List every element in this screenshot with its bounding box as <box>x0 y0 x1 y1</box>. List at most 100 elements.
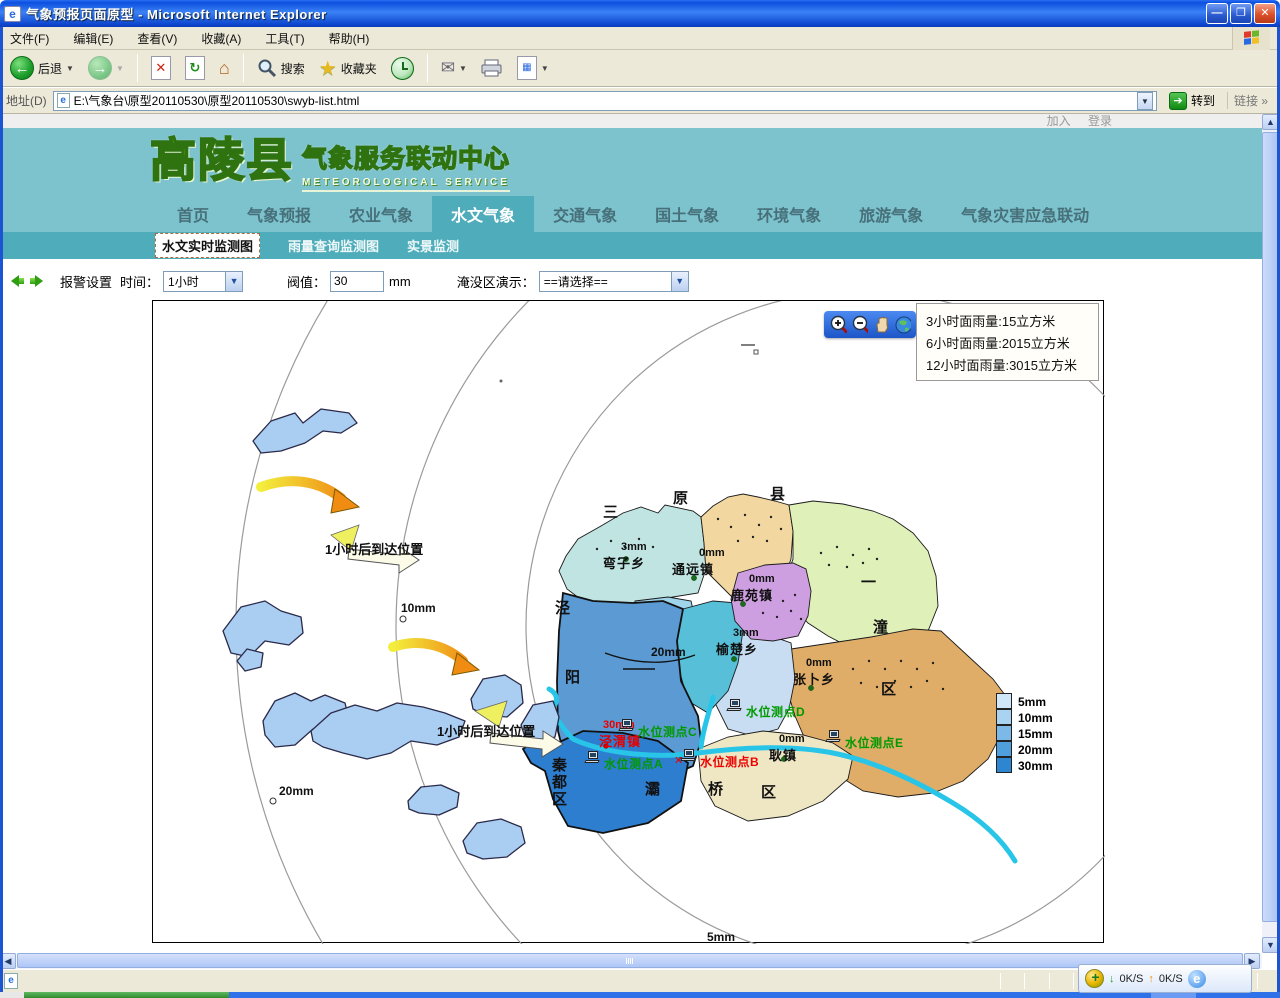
links-label[interactable]: 链接 » <box>1227 92 1274 109</box>
nav-tab-hydrology[interactable]: 水文气象 <box>432 196 534 232</box>
mail-button[interactable]: ✉▼ <box>437 56 471 80</box>
station-E[interactable]: 水位测点E <box>826 730 904 751</box>
subnav-rain-query[interactable]: 雨量查询监测图 <box>288 236 379 255</box>
nav-tab-tourism[interactable]: 旅游气象 <box>840 196 942 232</box>
legend-swatch <box>996 757 1012 773</box>
address-input[interactable]: e E:\气象台\原型20110530\原型20110530\swyb-list… <box>53 91 1157 111</box>
neighbor-label: 三 <box>603 501 618 522</box>
town-label-wanzixiang: 弯子乡 <box>603 553 645 572</box>
hydrology-map[interactable]: 3小时面雨量:15立方米 6小时面雨量:2015立方米 12小时面雨量:3015… <box>152 300 1104 943</box>
neighbor-label: 潼 <box>873 616 888 637</box>
rainfall-info-box: 3小时面雨量:15立方米 6小时面雨量:2015立方米 12小时面雨量:3015… <box>916 303 1099 381</box>
sub-nav: 水文实时监测图 雨量查询监测图 实景监测 <box>0 232 1262 259</box>
menu-edit[interactable]: 编辑(E) <box>73 30 113 47</box>
neighbor-label: 区 <box>552 788 567 809</box>
station-A[interactable]: 水位测点A <box>585 751 663 772</box>
mail-dropdown-icon[interactable]: ▼ <box>459 64 467 73</box>
station-computer-icon <box>826 730 842 744</box>
menu-favorites[interactable]: 收藏(A) <box>201 30 241 47</box>
logo-subtitle-text: METEOROLOGICAL SERVICE <box>302 177 510 192</box>
home-button[interactable]: ⌂ <box>215 56 234 81</box>
logo-county-text: 高陵县 <box>150 131 294 189</box>
edit-dropdown-icon[interactable]: ▼ <box>541 64 549 73</box>
page-icon: e <box>57 93 70 108</box>
nav-tab-agriculture[interactable]: 农业气象 <box>330 196 432 232</box>
edit-button[interactable]: ▦▼ <box>513 54 553 82</box>
town-value: 3mm <box>621 541 647 553</box>
alarm-settings-label: 报警设置 <box>60 272 112 291</box>
flood-demo-select[interactable]: ==请选择== ▼ <box>539 271 689 292</box>
stop-button[interactable]: ✕ <box>147 54 175 82</box>
time-select-arrow-icon[interactable]: ▼ <box>225 272 242 291</box>
time-select[interactable]: 1小时 ▼ <box>163 271 243 292</box>
legend-swatch <box>996 709 1012 725</box>
station-computer-icon <box>585 751 601 765</box>
zoom-out-icon[interactable] <box>851 315 869 335</box>
maximize-button[interactable]: ❐ <box>1230 3 1252 24</box>
subnav-hydro-realtime[interactable]: 水文实时监测图 <box>155 233 260 258</box>
threshold-label: 阀值： <box>287 272 326 291</box>
map-toolbar <box>824 311 916 338</box>
print-button[interactable] <box>477 56 507 80</box>
horizontal-scrollbar[interactable]: ◀ ▶ <box>0 953 1262 969</box>
time-label: 时间： <box>120 272 159 291</box>
join-link[interactable]: 加入 <box>1047 114 1071 128</box>
menu-file[interactable]: 文件(F) <box>10 30 49 47</box>
address-bar: 地址(D) e E:\气象台\原型20110530\原型20110530\swy… <box>0 88 1280 114</box>
refresh-icon: ↻ <box>185 56 205 80</box>
subnav-live-view[interactable]: 实景监测 <box>407 236 459 255</box>
station-computer-icon: ✕ <box>681 749 697 763</box>
flood-select-arrow-icon[interactable]: ▼ <box>671 272 688 291</box>
favorites-label: 收藏夹 <box>341 60 377 77</box>
back-dropdown-icon[interactable]: ▼ <box>66 64 74 73</box>
globe-icon[interactable] <box>894 315 912 335</box>
rainfall-legend: 5mm 10mm 15mm 20mm 30mm <box>996 693 1053 773</box>
close-button[interactable]: ✕ <box>1254 3 1276 24</box>
start-button-edge <box>24 992 229 998</box>
toolbar-separator <box>243 54 244 82</box>
download-speed: 0K/S <box>1120 973 1144 985</box>
nav-tab-traffic[interactable]: 交通气象 <box>534 196 636 232</box>
town-label-yuchuxiang: 榆楚乡 <box>716 639 758 658</box>
neighbor-label: 桥 <box>708 778 723 799</box>
station-D[interactable]: 水位测点D <box>727 699 805 720</box>
arrival-label-1: 1小时后到达位置 <box>325 539 423 558</box>
go-button[interactable]: ➔ 转到 <box>1163 92 1221 110</box>
login-link[interactable]: 登录 <box>1088 114 1112 128</box>
back-icon: ← <box>10 56 34 80</box>
station-B[interactable]: ✕ 水位测点B <box>681 749 759 770</box>
forward-button[interactable]: → ▼ <box>84 54 128 82</box>
nav-tab-environment[interactable]: 环境气象 <box>738 196 840 232</box>
station-C[interactable]: 水位测点C <box>619 719 697 740</box>
back-button[interactable]: ← 后退 ▼ <box>6 54 78 82</box>
neighbor-label: 原 <box>673 487 688 508</box>
forward-dropdown-icon[interactable]: ▼ <box>116 64 124 73</box>
zoom-in-icon[interactable] <box>829 315 847 335</box>
refresh-button[interactable]: ↻ <box>181 54 209 82</box>
horizontal-scroll-thumb[interactable] <box>17 953 1243 968</box>
next-arrow-icon[interactable] <box>30 275 46 287</box>
net-speed-widget[interactable]: ↓ 0K/S ↑ 0K/S e <box>1078 964 1252 993</box>
windows-logo-icon <box>1232 27 1270 50</box>
menu-view[interactable]: 查看(V) <box>137 30 177 47</box>
threshold-input[interactable] <box>330 271 384 292</box>
nav-tab-weather-forecast[interactable]: 气象预报 <box>228 196 330 232</box>
address-dropdown-icon[interactable]: ▼ <box>1137 92 1153 110</box>
town-value: 0mm <box>806 657 832 669</box>
pan-hand-icon[interactable] <box>872 315 890 335</box>
town-label-tongyuanzhen: 通远镇 <box>672 559 714 578</box>
logo-title-text: 气象服务联动中心 <box>302 139 510 175</box>
menu-help[interactable]: 帮助(H) <box>329 30 370 47</box>
home-icon: ⌂ <box>219 58 230 79</box>
security-suite-icon <box>1085 969 1104 988</box>
favorites-button[interactable]: ★ 收藏夹 <box>315 54 381 83</box>
history-button[interactable] <box>387 55 418 82</box>
search-button[interactable]: 搜索 <box>253 56 309 80</box>
minimize-button[interactable]: — <box>1206 3 1228 24</box>
prev-arrow-icon[interactable] <box>8 275 24 287</box>
nav-tab-home[interactable]: 首页 <box>158 196 228 232</box>
menu-tools[interactable]: 工具(T) <box>265 30 304 47</box>
neighbor-label: 泾 <box>555 597 570 618</box>
nav-tab-land[interactable]: 国土气象 <box>636 196 738 232</box>
nav-tab-disaster-emergency[interactable]: 气象灾害应急联动 <box>942 196 1108 232</box>
